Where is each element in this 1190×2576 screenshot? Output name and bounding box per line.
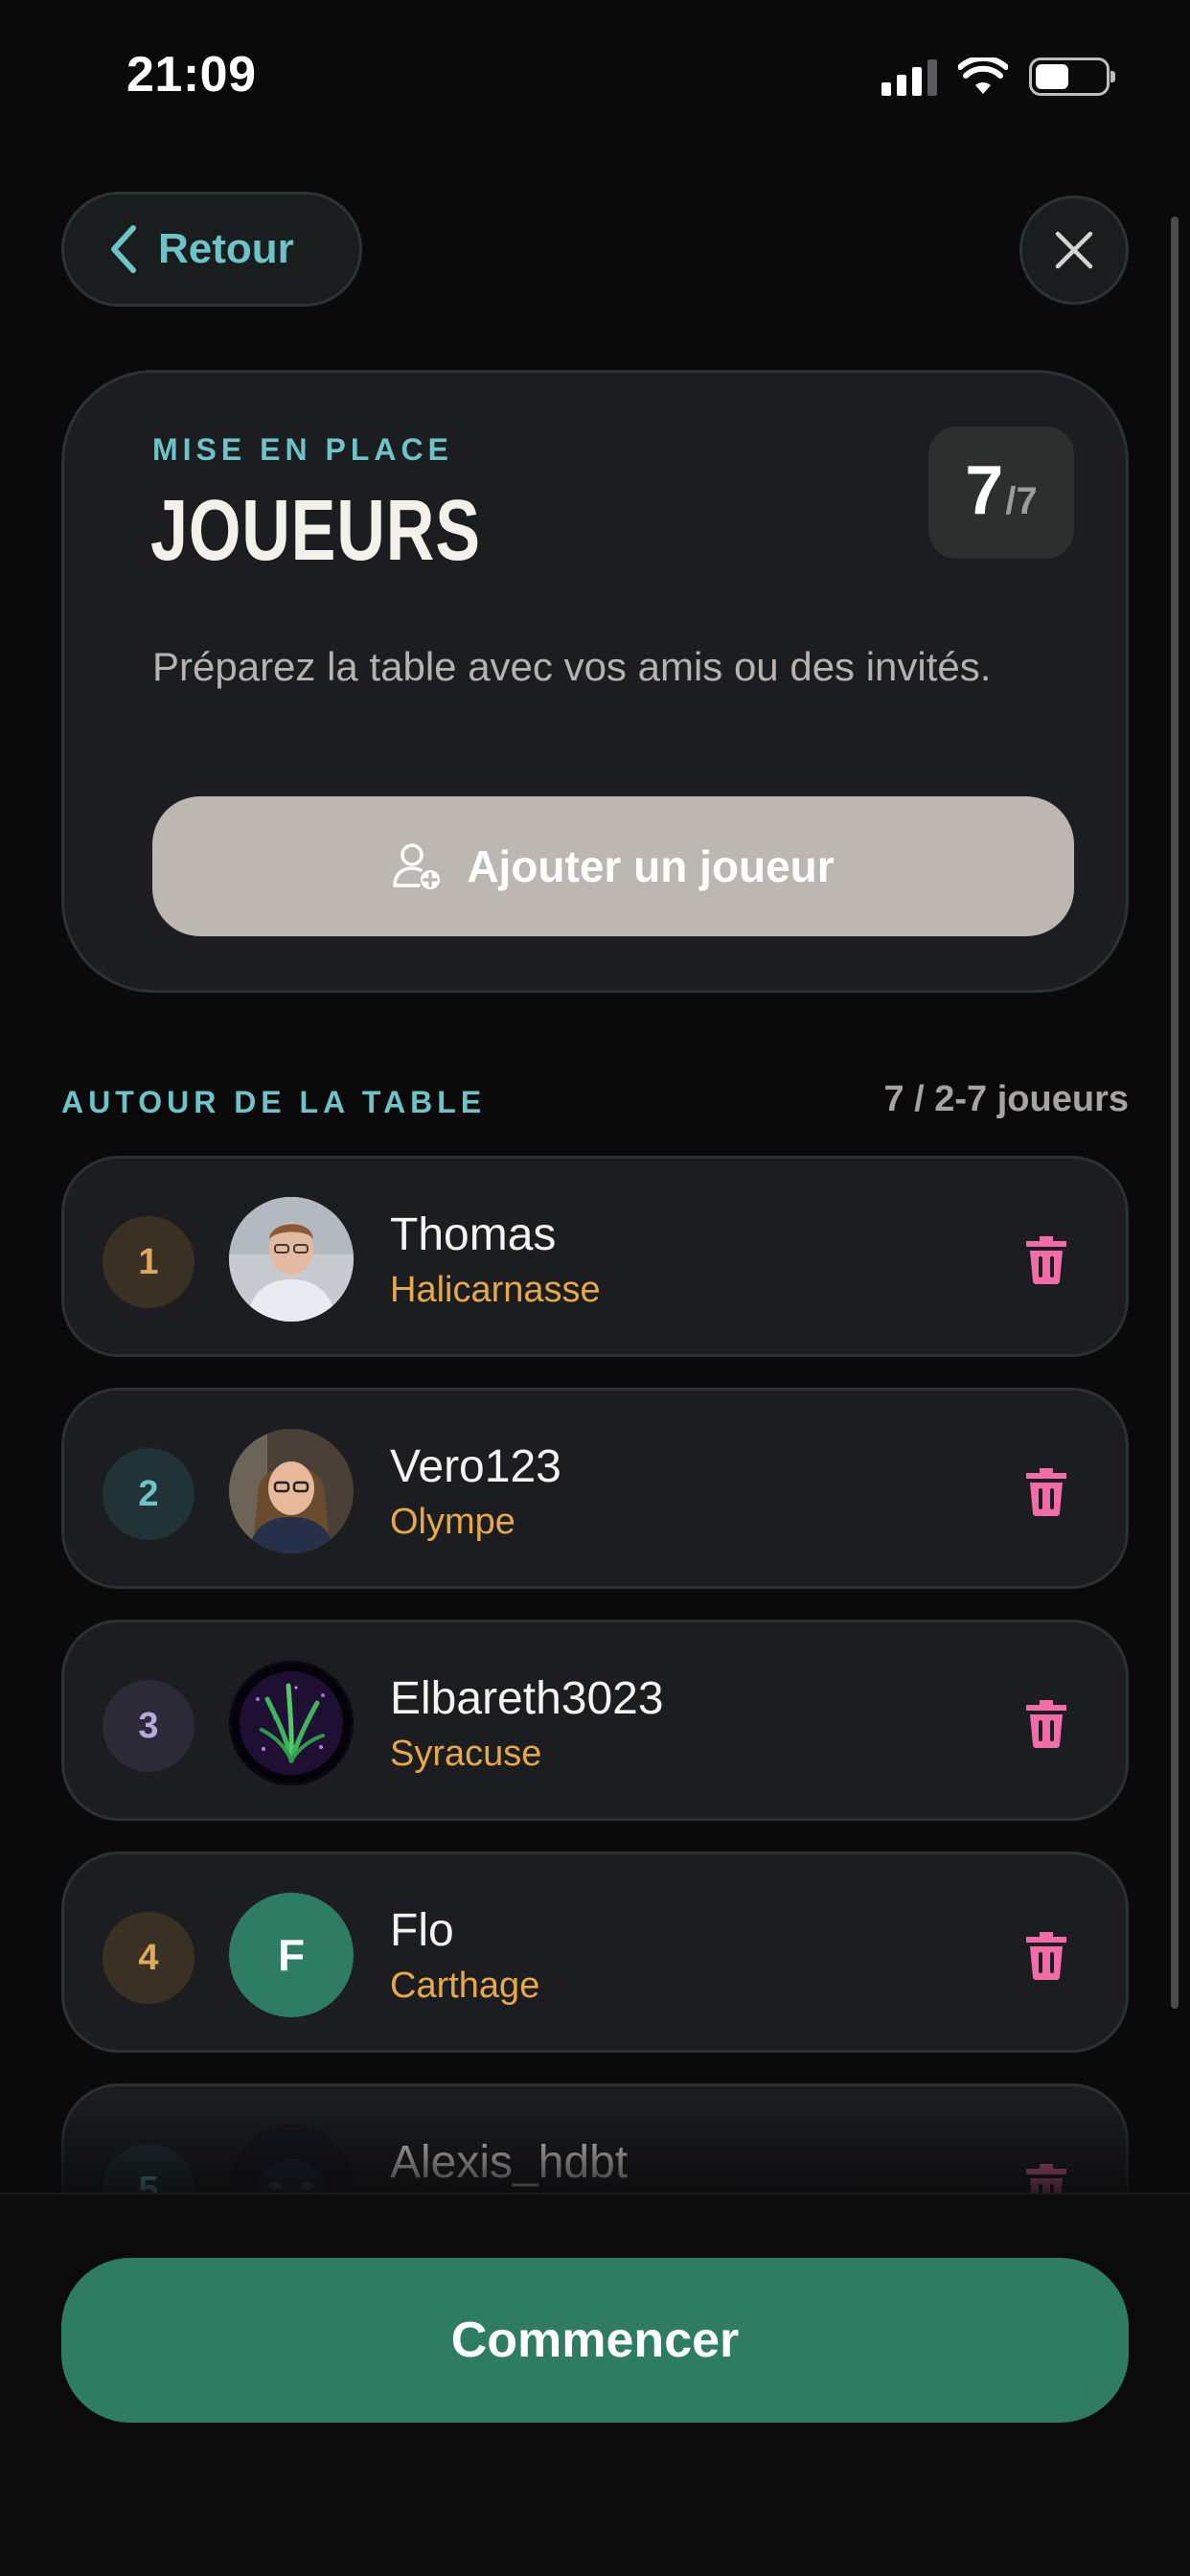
player-city: Syracuse bbox=[390, 1734, 542, 1774]
cellular-signal-icon bbox=[881, 58, 937, 96]
avatar bbox=[229, 2125, 354, 2193]
player-name: Thomas bbox=[390, 1209, 557, 1260]
player-row[interactable]: 2 Vero123 Olympe bbox=[61, 1388, 1129, 1589]
rank-badge: 4 bbox=[103, 1912, 195, 2004]
close-icon bbox=[1055, 231, 1093, 269]
player-name: Flo bbox=[390, 1905, 454, 1956]
section-player-count: 7 / 2-7 joueurs bbox=[883, 1079, 1129, 1119]
avatar bbox=[229, 1197, 354, 1322]
delete-player-button[interactable] bbox=[1013, 1921, 1080, 1989]
page-title: JOUEURS bbox=[150, 483, 481, 579]
back-label: Retour bbox=[158, 225, 294, 272]
setup-card: MISE EN PLACE JOUEURS 7 /7 Préparez la t… bbox=[61, 370, 1129, 993]
trash-icon bbox=[1026, 1236, 1066, 1284]
avatar: F bbox=[229, 1893, 354, 2017]
player-count-badge: 7 /7 bbox=[928, 426, 1074, 559]
player-row[interactable]: 5 Alexis_hdbt bbox=[61, 2083, 1129, 2193]
add-user-icon bbox=[393, 843, 441, 889]
plant-image-icon bbox=[229, 1661, 354, 1785]
player-row[interactable]: 3 Elbareth3023 Syracuse bbox=[61, 1620, 1129, 1821]
player-count-current: 7 bbox=[965, 452, 1004, 529]
trash-icon bbox=[1026, 2164, 1066, 2193]
wifi-icon bbox=[958, 58, 1008, 94]
rank-badge: 5 bbox=[103, 2144, 195, 2193]
avatar-initial: F bbox=[277, 1930, 306, 1980]
add-player-label: Ajouter un joueur bbox=[467, 841, 835, 891]
person-photo-icon bbox=[229, 1197, 354, 1322]
section-label: AUTOUR DE LA TABLE bbox=[61, 1085, 487, 1119]
player-row[interactable]: 4 F Flo Carthage bbox=[61, 1852, 1129, 2053]
player-count-max: /7 bbox=[1005, 480, 1038, 522]
player-city: Halicarnasse bbox=[390, 1270, 601, 1310]
card-eyebrow: MISE EN PLACE bbox=[152, 432, 453, 467]
delete-player-button[interactable] bbox=[1013, 1226, 1080, 1293]
rank-badge: 1 bbox=[103, 1216, 195, 1308]
person-photo-icon bbox=[229, 2125, 354, 2193]
avatar bbox=[229, 1429, 354, 1553]
battery-icon bbox=[1029, 58, 1115, 96]
player-row[interactable]: 1 Thomas Halicarnasse bbox=[61, 1156, 1129, 1357]
player-city: Olympe bbox=[390, 1502, 515, 1542]
players-setup-screen: 21:09 Retour MISE EN PLACE JOUEURS 7 /7 … bbox=[0, 0, 1190, 2576]
rank-badge: 2 bbox=[103, 1448, 195, 1540]
delete-player-button[interactable] bbox=[1013, 2153, 1080, 2193]
trash-icon bbox=[1026, 1700, 1066, 1748]
delete-player-button[interactable] bbox=[1013, 1690, 1080, 1757]
player-city: Carthage bbox=[390, 1966, 540, 2006]
delete-player-button[interactable] bbox=[1013, 1458, 1080, 1525]
scrollbar[interactable] bbox=[1171, 217, 1179, 2009]
status-time: 21:09 bbox=[126, 47, 257, 103]
trash-icon bbox=[1026, 1468, 1066, 1516]
avatar bbox=[229, 1661, 354, 1785]
chevron-left-icon bbox=[111, 225, 136, 273]
bottom-action-bar: Commencer bbox=[0, 2193, 1190, 2576]
player-name: Alexis_hdbt bbox=[390, 2137, 629, 2188]
player-name: Vero123 bbox=[390, 1441, 561, 1492]
add-player-button[interactable]: Ajouter un joueur bbox=[152, 796, 1074, 936]
player-name: Elbareth3023 bbox=[390, 1673, 664, 1724]
person-photo-icon bbox=[229, 1429, 354, 1553]
status-icons bbox=[881, 56, 1115, 98]
back-button[interactable]: Retour bbox=[61, 192, 362, 307]
player-list: 1 Thomas Halicarnasse 2 Vero123 Olympe 3… bbox=[61, 1156, 1129, 2193]
close-button[interactable] bbox=[1019, 196, 1129, 305]
card-description: Préparez la table avec vos amis ou des i… bbox=[152, 644, 992, 689]
start-game-button[interactable]: Commencer bbox=[61, 2258, 1129, 2423]
rank-badge: 3 bbox=[103, 1680, 195, 1772]
status-bar: 21:09 bbox=[0, 0, 1190, 153]
trash-icon bbox=[1026, 1932, 1066, 1980]
